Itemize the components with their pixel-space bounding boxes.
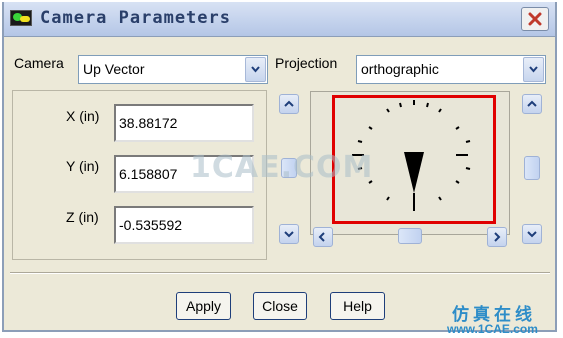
z-label: Z (in) xyxy=(66,209,99,225)
right-scroll-thumb[interactable] xyxy=(524,156,540,180)
chevron-up-icon xyxy=(284,100,294,107)
chevron-down-icon xyxy=(527,231,537,238)
chevron-left-icon xyxy=(318,232,325,242)
close-icon xyxy=(528,12,542,26)
chevron-up-icon xyxy=(527,100,537,107)
window-title: Camera Parameters xyxy=(40,8,231,28)
watermark-url: www.1CAE.com xyxy=(447,322,538,336)
title-bar[interactable]: Camera Parameters xyxy=(4,2,555,37)
camera-select[interactable]: Up Vector xyxy=(78,55,268,84)
app-logo-icon xyxy=(10,10,32,26)
left-scroll-up-button[interactable] xyxy=(279,94,299,114)
z-value: -0.535592 xyxy=(119,217,183,233)
y-value: 6.158807 xyxy=(119,166,178,182)
help-button[interactable]: Help xyxy=(330,292,385,320)
camera-select-value: Up Vector xyxy=(83,61,145,77)
y-label: Y (in) xyxy=(66,158,100,174)
projection-dropdown-button[interactable] xyxy=(523,57,544,82)
left-scroll-down-button[interactable] xyxy=(279,224,299,244)
apply-button[interactable]: Apply xyxy=(176,292,231,320)
x-field[interactable]: 38.88172 xyxy=(114,104,254,142)
scroll-left-button[interactable] xyxy=(313,227,333,247)
camera-dropdown-button[interactable] xyxy=(245,57,266,82)
chevron-right-icon xyxy=(494,232,501,242)
divider xyxy=(10,272,550,274)
projection-label: Projection xyxy=(275,55,338,71)
horizontal-scroll-thumb[interactable] xyxy=(398,228,422,244)
projection-select-value: orthographic xyxy=(361,61,439,77)
right-scroll-up-button[interactable] xyxy=(522,94,542,114)
z-field[interactable]: -0.535592 xyxy=(114,206,254,244)
chevron-down-icon xyxy=(529,66,538,73)
close-window-button[interactable] xyxy=(521,7,549,31)
close-button[interactable]: Close xyxy=(253,292,307,320)
right-scroll-down-button[interactable] xyxy=(522,224,542,244)
scroll-right-button[interactable] xyxy=(487,227,507,247)
projection-select[interactable]: orthographic xyxy=(356,55,546,84)
x-value: 38.88172 xyxy=(119,115,178,131)
chevron-down-icon xyxy=(284,231,294,238)
camera-label: Camera xyxy=(14,55,64,71)
chevron-down-icon xyxy=(251,66,260,73)
watermark-main: 1CAE.COM xyxy=(190,150,374,185)
x-label: X (in) xyxy=(66,108,100,124)
